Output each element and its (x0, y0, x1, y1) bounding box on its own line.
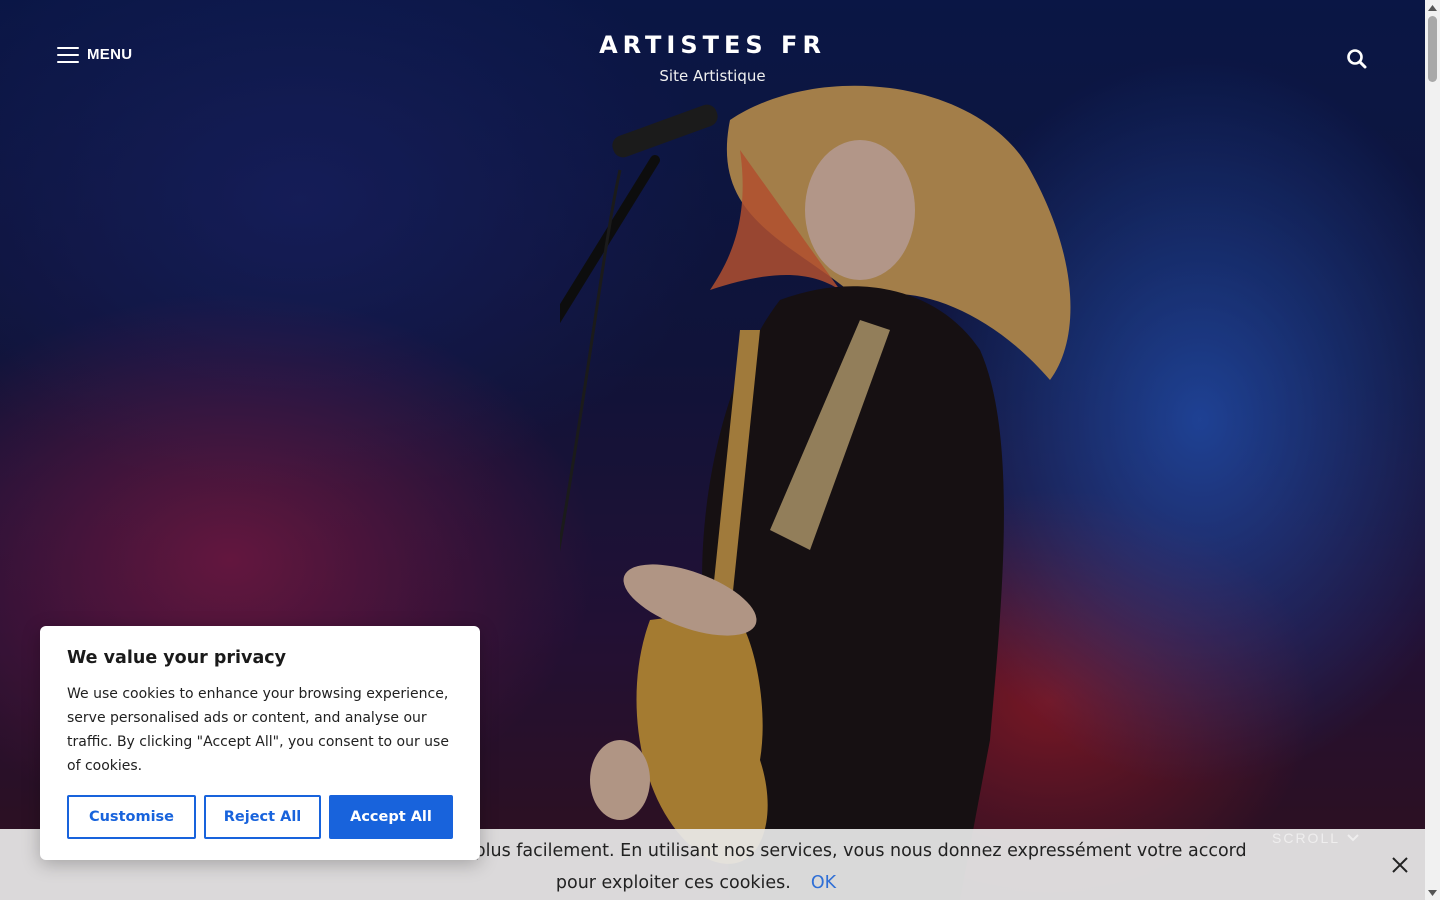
cookie-notice-line2: pour exploiter ces cookies. OK (26, 867, 1366, 899)
site-branding: ARTISTES FR Site Artistique (0, 30, 1425, 85)
privacy-consent-dialog: We value your privacy We use cookies to … (40, 626, 480, 860)
scroll-indicator[interactable]: SCROLL (1272, 830, 1360, 846)
page: MENU ARTISTES FR Site Artistique SCROLL … (0, 0, 1440, 900)
scroll-down-arrow-icon[interactable] (1425, 885, 1440, 900)
search-button[interactable] (1346, 48, 1368, 70)
consent-description: We use cookies to enhance your browsing … (67, 686, 449, 774)
scroll-label: SCROLL (1272, 830, 1341, 846)
chevron-down-icon (1347, 834, 1359, 842)
scrollbar-thumb[interactable] (1428, 16, 1437, 82)
scroll-up-arrow-icon[interactable] (1425, 0, 1440, 15)
guitarist-performer-image (560, 85, 1071, 900)
cookie-notice-ok-link[interactable]: OK (811, 873, 836, 893)
close-icon (1392, 857, 1408, 873)
search-icon (1347, 49, 1367, 69)
consent-actions: Customise Reject All Accept All (67, 795, 453, 839)
site-tagline: Site Artistique (659, 67, 766, 85)
reject-all-button[interactable]: Reject All (204, 795, 321, 839)
vertical-scrollbar[interactable] (1425, 0, 1440, 900)
site-title[interactable]: ARTISTES FR (0, 30, 1425, 60)
accept-all-button[interactable]: Accept All (329, 795, 453, 839)
consent-title: We value your privacy (67, 648, 287, 668)
cookie-notice-close-button[interactable] (1390, 855, 1410, 875)
cookie-notice-line2-text: pour exploiter ces cookies. (555, 873, 791, 893)
customise-button[interactable]: Customise (67, 795, 196, 839)
